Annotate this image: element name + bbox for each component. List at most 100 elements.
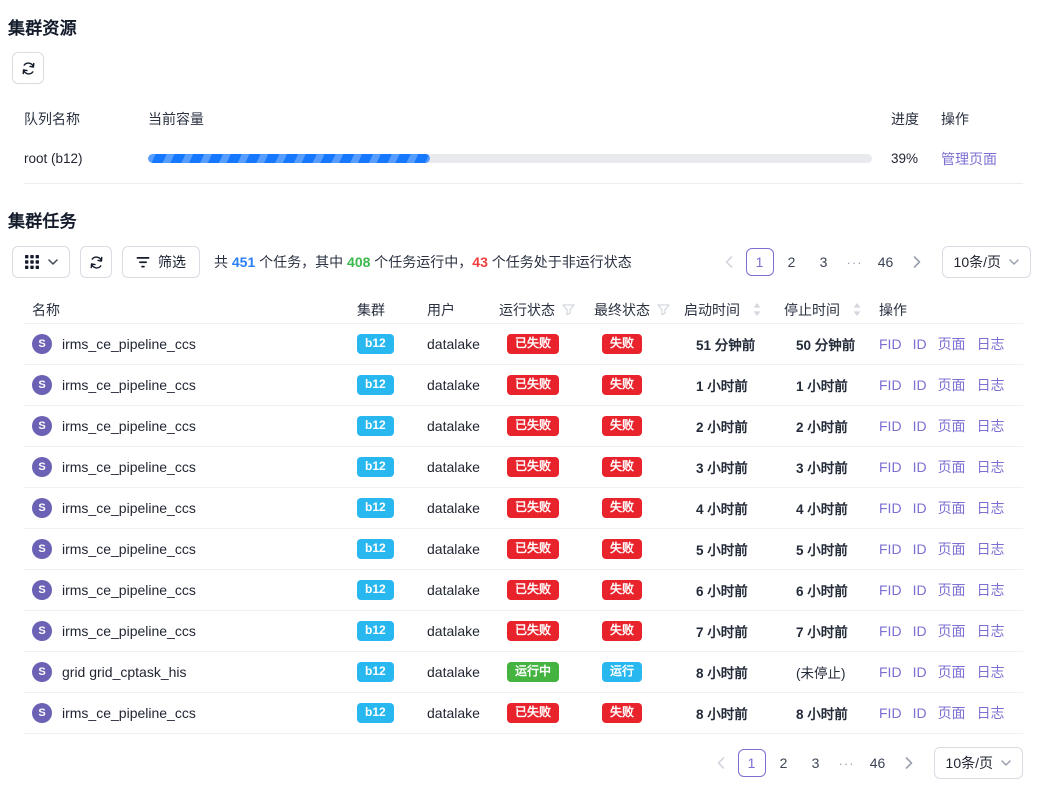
cluster-badge: b12 bbox=[357, 334, 394, 354]
task-type-avatar: S bbox=[32, 498, 52, 518]
page-button-1[interactable]: 1 bbox=[738, 749, 766, 777]
page-button-1[interactable]: 1 bbox=[746, 248, 774, 276]
col-actions: 操作 bbox=[871, 300, 1031, 320]
grid-icon bbox=[25, 255, 39, 269]
id-link[interactable]: ID bbox=[913, 623, 927, 639]
id-link[interactable]: ID bbox=[913, 459, 927, 475]
stop-time: 50 分钟前 bbox=[776, 334, 871, 354]
resource-row: root (b12) 39% 管理页面 bbox=[24, 134, 1023, 184]
id-link[interactable]: ID bbox=[913, 664, 927, 680]
next-page-button[interactable] bbox=[904, 248, 930, 276]
task-name: irms_ce_pipeline_ccs bbox=[62, 500, 196, 516]
task-type-avatar: S bbox=[32, 457, 52, 477]
id-link[interactable]: ID bbox=[913, 418, 927, 434]
page-button-last[interactable]: 46 bbox=[872, 248, 900, 276]
log-link[interactable]: 日志 bbox=[977, 539, 1005, 559]
page-button-2[interactable]: 2 bbox=[778, 248, 806, 276]
id-link[interactable]: ID bbox=[913, 705, 927, 721]
stop-time: 3 小时前 bbox=[776, 457, 871, 477]
page-link[interactable]: 页面 bbox=[938, 662, 966, 682]
tasks-section-title: 集群任务 bbox=[8, 207, 1031, 232]
prev-page-button[interactable] bbox=[708, 749, 734, 777]
fid-link[interactable]: FID bbox=[879, 664, 902, 680]
filter-funnel-icon[interactable] bbox=[562, 304, 575, 316]
row-actions: FID ID 页面日志 bbox=[871, 539, 1031, 559]
manage-page-link[interactable]: 管理页面 bbox=[941, 151, 997, 167]
page-ellipsis[interactable]: ··· bbox=[842, 255, 868, 270]
tasks-refresh-button[interactable] bbox=[80, 246, 112, 278]
final-status-badge: 失败 bbox=[602, 580, 642, 600]
page-link[interactable]: 页面 bbox=[938, 416, 966, 436]
sort-icon[interactable] bbox=[753, 303, 761, 316]
fid-link[interactable]: FID bbox=[879, 705, 902, 721]
page-link[interactable]: 页面 bbox=[938, 457, 966, 477]
id-link[interactable]: ID bbox=[913, 500, 927, 516]
log-link[interactable]: 日志 bbox=[977, 334, 1005, 354]
task-user: datalake bbox=[419, 500, 491, 516]
task-name: grid grid_cptask_his bbox=[62, 664, 187, 680]
page-link[interactable]: 页面 bbox=[938, 539, 966, 559]
stop-time: 1 小时前 bbox=[776, 375, 871, 395]
id-link[interactable]: ID bbox=[913, 336, 927, 352]
log-link[interactable]: 日志 bbox=[977, 662, 1005, 682]
log-link[interactable]: 日志 bbox=[977, 457, 1005, 477]
log-link[interactable]: 日志 bbox=[977, 498, 1005, 518]
page-button-last[interactable]: 46 bbox=[864, 749, 892, 777]
fid-link[interactable]: FID bbox=[879, 377, 902, 393]
fid-link[interactable]: FID bbox=[879, 418, 902, 434]
start-time: 5 小时前 bbox=[676, 539, 776, 559]
total-count: 451 bbox=[232, 254, 255, 270]
page-link[interactable]: 页面 bbox=[938, 334, 966, 354]
log-link[interactable]: 日志 bbox=[977, 375, 1005, 395]
filter-funnel-icon[interactable] bbox=[657, 304, 670, 316]
page-button-3[interactable]: 3 bbox=[802, 749, 830, 777]
prev-page-button[interactable] bbox=[716, 248, 742, 276]
run-status-badge: 已失败 bbox=[507, 334, 559, 354]
sort-icon[interactable] bbox=[853, 303, 861, 316]
fid-link[interactable]: FID bbox=[879, 541, 902, 557]
fid-link[interactable]: FID bbox=[879, 459, 902, 475]
page-link[interactable]: 页面 bbox=[938, 703, 966, 723]
task-user: datalake bbox=[419, 336, 491, 352]
page-ellipsis[interactable]: ··· bbox=[834, 756, 860, 771]
fid-link[interactable]: FID bbox=[879, 500, 902, 516]
task-name: irms_ce_pipeline_ccs bbox=[62, 623, 196, 639]
chevron-down-icon bbox=[48, 259, 58, 266]
log-link[interactable]: 日志 bbox=[977, 621, 1005, 641]
task-type-avatar: S bbox=[32, 580, 52, 600]
task-name: irms_ce_pipeline_ccs bbox=[62, 541, 196, 557]
page-size-select[interactable]: 10条/页 bbox=[942, 246, 1031, 278]
id-link[interactable]: ID bbox=[913, 377, 927, 393]
layout-dropdown-button[interactable] bbox=[12, 246, 70, 278]
col-cluster: 集群 bbox=[349, 300, 419, 320]
start-time: 1 小时前 bbox=[676, 375, 776, 395]
page-size-select[interactable]: 10条/页 bbox=[934, 747, 1023, 779]
log-link[interactable]: 日志 bbox=[977, 416, 1005, 436]
page-button-3[interactable]: 3 bbox=[810, 248, 838, 276]
fid-link[interactable]: FID bbox=[879, 623, 902, 639]
task-type-avatar: S bbox=[32, 621, 52, 641]
page-link[interactable]: 页面 bbox=[938, 580, 966, 600]
task-type-avatar: S bbox=[32, 334, 52, 354]
final-status-badge: 失败 bbox=[602, 457, 642, 477]
log-link[interactable]: 日志 bbox=[977, 703, 1005, 723]
resources-refresh-button[interactable] bbox=[12, 52, 44, 84]
row-actions: FID ID 页面日志 bbox=[871, 334, 1031, 354]
page-button-2[interactable]: 2 bbox=[770, 749, 798, 777]
next-page-button[interactable] bbox=[896, 749, 922, 777]
log-link[interactable]: 日志 bbox=[977, 580, 1005, 600]
run-status-badge: 已失败 bbox=[507, 539, 559, 559]
table-row: S irms_ce_pipeline_ccs b12 datalake 已失败 … bbox=[24, 406, 1023, 447]
row-actions: FID ID 页面日志 bbox=[871, 498, 1031, 518]
row-actions: FID ID 页面日志 bbox=[871, 703, 1031, 723]
filter-button[interactable]: 筛选 bbox=[122, 246, 200, 278]
tasks-table-header: 名称 集群 用户 运行状态 最终状态 启动时间 停止时间 bbox=[24, 296, 1023, 324]
fid-link[interactable]: FID bbox=[879, 582, 902, 598]
page-link[interactable]: 页面 bbox=[938, 621, 966, 641]
run-status-badge: 已失败 bbox=[507, 416, 559, 436]
page-link[interactable]: 页面 bbox=[938, 375, 966, 395]
page-link[interactable]: 页面 bbox=[938, 498, 966, 518]
fid-link[interactable]: FID bbox=[879, 336, 902, 352]
id-link[interactable]: ID bbox=[913, 541, 927, 557]
id-link[interactable]: ID bbox=[913, 582, 927, 598]
